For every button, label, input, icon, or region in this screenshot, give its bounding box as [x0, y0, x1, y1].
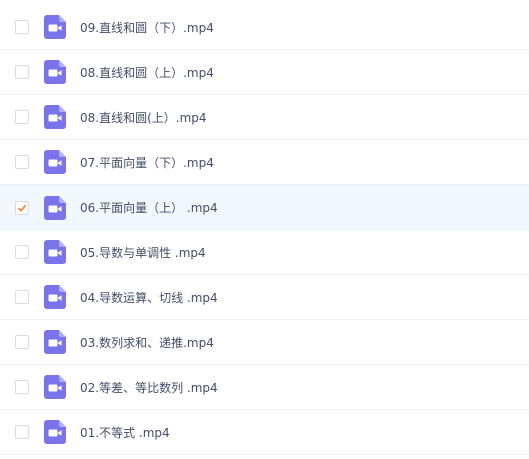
row-checkbox[interactable]: [15, 245, 29, 259]
row-checkbox[interactable]: [15, 65, 29, 79]
file-row-selected[interactable]: 06.平面向量（上） .mp4: [0, 185, 529, 230]
file-name[interactable]: 04.导数运算、切线 .mp4: [80, 289, 218, 306]
video-file-icon: [44, 240, 66, 264]
file-row[interactable]: 08.直线和圆（上）.mp4: [0, 50, 529, 95]
row-checkbox[interactable]: [15, 380, 29, 394]
file-row[interactable]: 05.导数与单调性 .mp4: [0, 230, 529, 275]
file-name[interactable]: 07.平面向量（下）.mp4: [80, 154, 214, 171]
file-name[interactable]: 06.平面向量（上） .mp4: [80, 199, 218, 216]
file-name[interactable]: 08.直线和圆（上）.mp4: [80, 64, 214, 81]
row-checkbox[interactable]: [15, 155, 29, 169]
video-file-icon: [44, 285, 66, 309]
row-checkbox[interactable]: [15, 425, 29, 439]
file-row[interactable]: 07.平面向量（下）.mp4: [0, 140, 529, 185]
file-name[interactable]: 03.数列求和、递推.mp4: [80, 334, 214, 351]
file-name[interactable]: 02.等差、等比数列 .mp4: [80, 379, 218, 396]
file-row[interactable]: 08.直线和圆(上）.mp4: [0, 95, 529, 140]
row-checkbox[interactable]: [15, 200, 29, 215]
row-checkbox[interactable]: [15, 110, 29, 124]
file-row[interactable]: 02.等差、等比数列 .mp4: [0, 365, 529, 410]
video-file-icon: [44, 60, 66, 84]
video-file-icon: [44, 420, 66, 444]
file-name[interactable]: 05.导数与单调性 .mp4: [80, 244, 206, 261]
file-row[interactable]: 03.数列求和、递推.mp4: [0, 320, 529, 365]
file-row[interactable]: 01.不等式 .mp4: [0, 410, 529, 455]
row-checkbox[interactable]: [15, 20, 29, 34]
video-file-icon: [44, 330, 66, 354]
file-row[interactable]: 04.导数运算、切线 .mp4: [0, 275, 529, 320]
file-name[interactable]: 09.直线和圆（下）.mp4: [80, 19, 214, 36]
check-icon: [17, 204, 27, 212]
video-file-icon: [44, 105, 66, 129]
file-name[interactable]: 01.不等式 .mp4: [80, 424, 170, 441]
file-list: 09.直线和圆（下）.mp4 08.直线和圆（上）.mp4 08.直线和圆(上）…: [0, 0, 529, 459]
video-file-icon: [44, 150, 66, 174]
row-checkbox[interactable]: [15, 335, 29, 349]
video-file-icon: [44, 195, 66, 220]
video-file-icon: [44, 375, 66, 399]
file-row[interactable]: 09.直线和圆（下）.mp4: [0, 5, 529, 50]
file-name[interactable]: 08.直线和圆(上）.mp4: [80, 109, 207, 126]
video-file-icon: [44, 15, 66, 39]
row-checkbox[interactable]: [15, 290, 29, 304]
